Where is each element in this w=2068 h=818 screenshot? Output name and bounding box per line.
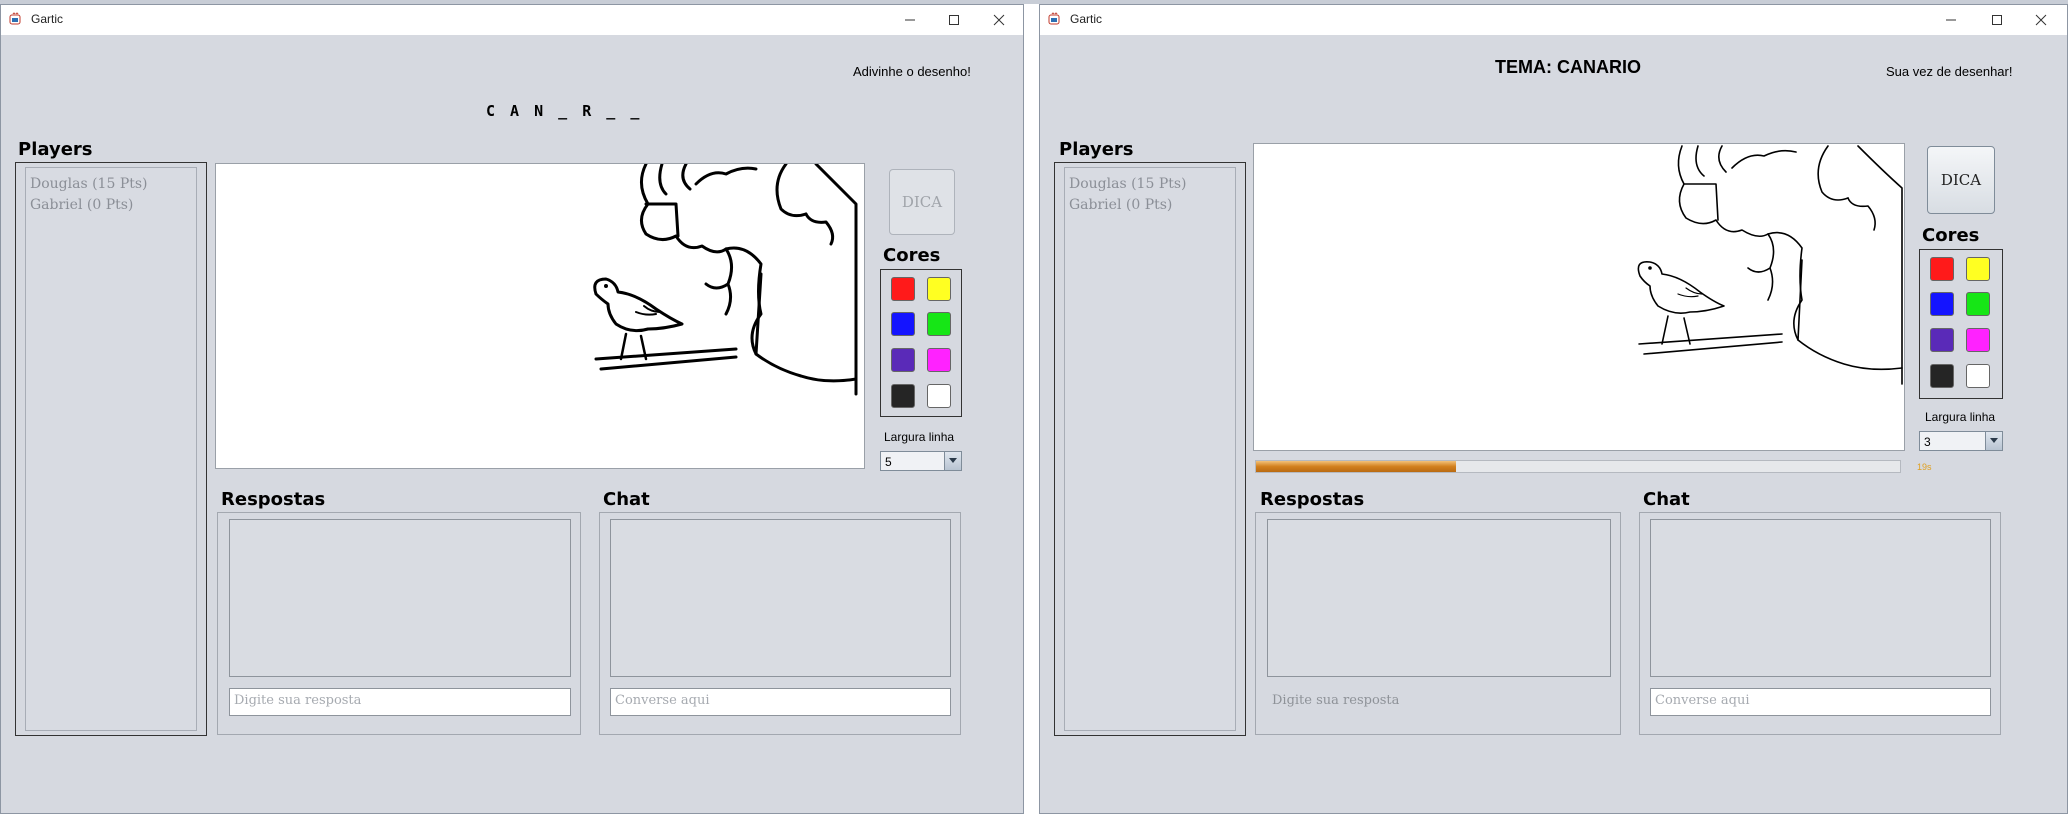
color-swatch-yellow[interactable] (927, 277, 951, 301)
maximize-button[interactable] (932, 5, 976, 35)
minimize-button[interactable] (888, 5, 932, 35)
chevron-down-icon[interactable] (1985, 432, 2002, 450)
color-swatch-blue[interactable] (1930, 292, 1954, 316)
minimize-icon (1946, 19, 1956, 21)
players-list[interactable]: Douglas (15 Pts) Gabriel (0 Pts) (1064, 167, 1236, 731)
cores-title: Cores (1922, 225, 1980, 246)
tema-label: TEMA: CANARIO (1495, 57, 1641, 77)
color-swatch-magenta[interactable] (1966, 328, 1990, 352)
largura-value: 5 (885, 455, 892, 469)
chevron-down-icon[interactable] (944, 452, 961, 470)
timer-label: 19s (1917, 462, 1932, 472)
resposta-input: Digite sua resposta (1267, 688, 1611, 716)
color-swatch-green[interactable] (927, 312, 951, 336)
largura-label: Largura linha (884, 430, 955, 444)
largura-label: Largura linha (1925, 410, 1996, 424)
color-swatch-black[interactable] (1930, 364, 1954, 388)
color-palette (1919, 249, 2003, 399)
color-swatch-white[interactable] (927, 384, 951, 408)
chat-log[interactable] (1650, 519, 1991, 677)
dica-button[interactable]: DICA (889, 169, 955, 235)
color-swatch-purple[interactable] (891, 348, 915, 372)
color-palette (880, 269, 962, 417)
color-swatch-yellow[interactable] (1966, 257, 1990, 281)
color-swatch-white[interactable] (1966, 364, 1990, 388)
color-swatch-green[interactable] (1966, 292, 1990, 316)
chat-title: Chat (1643, 489, 1690, 510)
drawing-canvas (215, 163, 865, 469)
players-panel: Douglas (15 Pts) Gabriel (0 Pts) (15, 162, 207, 736)
chat-input[interactable]: Converse aqui (610, 688, 951, 716)
window-title: Gartic (1070, 12, 1103, 26)
gartic-window-drawer: Gartic TEMA: CANARIO Sua vez de desenhar… (1039, 4, 2068, 814)
respostas-log (1267, 519, 1611, 677)
java-app-icon (9, 12, 21, 25)
time-progress-fill (1256, 461, 1456, 472)
respostas-title: Respostas (1260, 489, 1365, 510)
player-item: Gabriel (0 Pts) (30, 197, 134, 213)
drawing-canvas[interactable] (1253, 143, 1905, 451)
maximize-icon (949, 15, 959, 25)
time-progress-bar (1255, 460, 1901, 473)
minimize-icon (905, 19, 915, 21)
maximize-button[interactable] (1975, 5, 2019, 35)
color-swatch-black[interactable] (891, 384, 915, 408)
color-swatch-red[interactable] (891, 277, 915, 301)
players-panel: Douglas (15 Pts) Gabriel (0 Pts) (1054, 162, 1246, 736)
chat-title: Chat (603, 489, 650, 510)
word-hint: C A N _ R _ _ (486, 102, 643, 120)
cores-title: Cores (883, 245, 941, 266)
title-bar[interactable]: Gartic (1040, 5, 2067, 35)
largura-value: 3 (1924, 435, 1931, 449)
largura-select[interactable]: 3 (1919, 431, 2003, 451)
status-label: Sua vez de desenhar! (1886, 64, 2013, 79)
status-label: Adivinhe o desenho! (853, 64, 971, 79)
drawing-sketch (1637, 145, 1903, 385)
color-swatch-magenta[interactable] (927, 348, 951, 372)
respostas-title: Respostas (221, 489, 326, 510)
player-item: Douglas (15 Pts) (1069, 176, 1187, 192)
player-item: Gabriel (0 Pts) (1069, 197, 1173, 213)
largura-select[interactable]: 5 (880, 451, 962, 471)
drawing-sketch (593, 164, 858, 396)
players-title: Players (18, 139, 93, 160)
chat-panel: Converse aqui (1639, 512, 2001, 735)
chat-panel: Converse aqui (599, 512, 961, 735)
players-list[interactable]: Douglas (15 Pts) Gabriel (0 Pts) (25, 167, 197, 731)
color-swatch-purple[interactable] (1930, 328, 1954, 352)
minimize-button[interactable] (1929, 5, 1973, 35)
maximize-icon (1992, 15, 2002, 25)
color-swatch-red[interactable] (1930, 257, 1954, 281)
close-icon (2035, 14, 2047, 26)
window-title: Gartic (31, 12, 64, 26)
chat-log[interactable] (610, 519, 951, 677)
respostas-panel: Digite sua resposta (1255, 512, 1621, 735)
resposta-input[interactable]: Digite sua resposta (229, 688, 571, 716)
close-icon (993, 14, 1005, 26)
chat-input[interactable]: Converse aqui (1650, 688, 1991, 716)
respostas-panel: Digite sua resposta (217, 512, 581, 735)
close-button[interactable] (2019, 5, 2063, 35)
close-button[interactable] (977, 5, 1021, 35)
players-title: Players (1059, 139, 1134, 160)
respostas-log[interactable] (229, 519, 571, 677)
gartic-window-guesser: Gartic Adivinhe o desenho! C A N _ R _ _… (0, 4, 1024, 814)
player-item: Douglas (15 Pts) (30, 176, 148, 192)
dica-button[interactable]: DICA (1927, 146, 1995, 214)
color-swatch-blue[interactable] (891, 312, 915, 336)
title-bar[interactable]: Gartic (1, 5, 1023, 35)
java-app-icon (1048, 12, 1060, 25)
